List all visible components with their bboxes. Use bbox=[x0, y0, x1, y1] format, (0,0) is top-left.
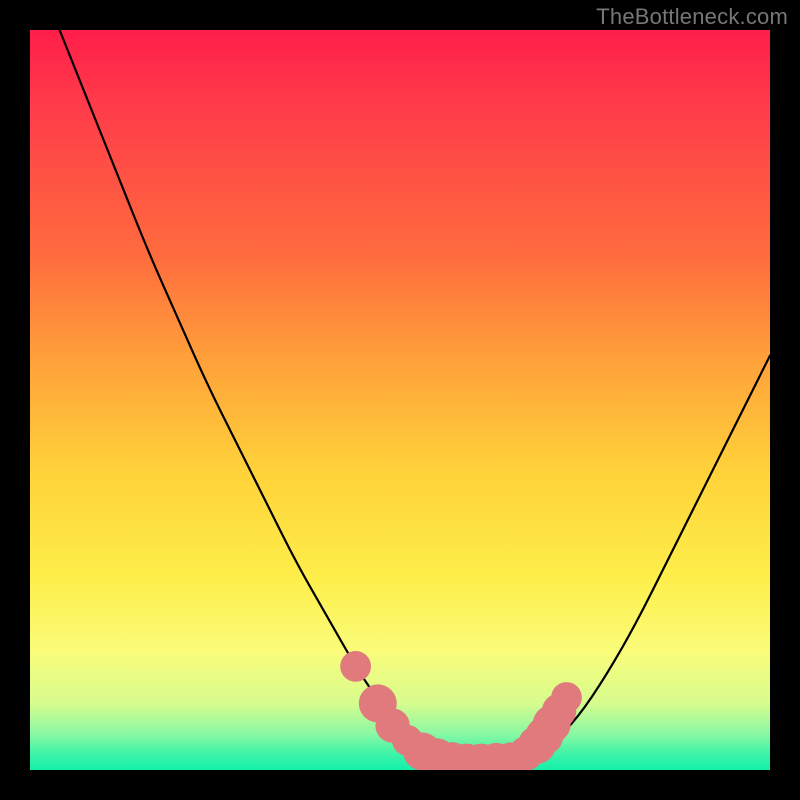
curve-markers bbox=[340, 651, 582, 770]
chart-svg bbox=[30, 30, 770, 770]
watermark-text: TheBottleneck.com bbox=[596, 4, 788, 30]
plot-area bbox=[30, 30, 770, 770]
bottleneck-curve bbox=[60, 30, 770, 763]
curve-marker bbox=[551, 682, 582, 713]
curve-marker bbox=[340, 651, 371, 682]
chart-frame: TheBottleneck.com bbox=[0, 0, 800, 800]
